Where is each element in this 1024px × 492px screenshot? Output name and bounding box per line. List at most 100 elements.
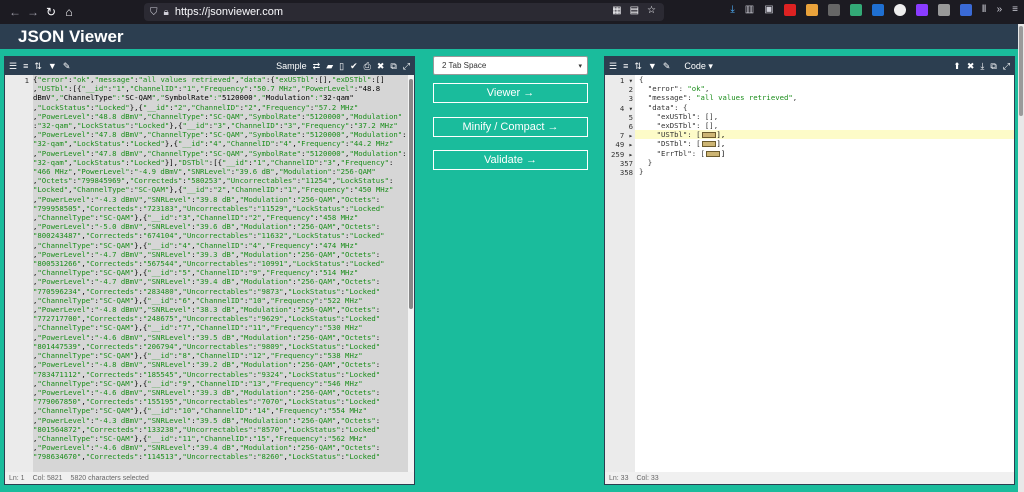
input-scrollbar[interactable] xyxy=(408,75,414,472)
extensions-bar: ⤓ ▥ ▣ Ⅱ » ≡ xyxy=(730,4,1018,16)
ext-red-icon[interactable] xyxy=(783,4,796,16)
back-icon[interactable]: ← xyxy=(6,5,24,19)
raw-line: ,"LockStatus":"Locked"},{"__id":"2","Cha… xyxy=(33,102,359,112)
status-selection: 5820 characters selected xyxy=(70,474,149,482)
raw-line: ,"PowerLevel":"-4.6 dBmV","SNRLevel":"39… xyxy=(33,443,381,453)
indent-select-value: 2 Tab Space xyxy=(442,61,487,70)
mode-dropdown[interactable]: Code ▾ xyxy=(684,61,713,72)
collapsed-node-icon[interactable] xyxy=(701,141,716,148)
line-number[interactable]: 7 ▸ xyxy=(605,131,633,140)
raw-line: ,"PowerLevel":"-4.6 dBmV","SNRLevel":"39… xyxy=(33,332,381,342)
output-text[interactable]: { "error": "ok", "message": "all values … xyxy=(639,75,1014,472)
qr-icon[interactable]: ▦ xyxy=(612,5,621,16)
sort-icon[interactable]: ⇅ xyxy=(634,61,642,72)
raw-line: "32-qam","LockStatus":"Locked"}],"DSTbl"… xyxy=(33,157,394,167)
line-number[interactable]: 259 ▸ xyxy=(605,150,633,159)
sort-icon[interactable]: ⇅ xyxy=(34,61,42,72)
reader-icon[interactable]: ▤ xyxy=(630,5,639,16)
library-icon[interactable]: ▥ xyxy=(745,4,754,16)
filter-icon[interactable]: ▼ xyxy=(48,61,57,71)
clear-icon[interactable]: ✖ xyxy=(967,61,975,72)
indent-select[interactable]: 2 Tab Space ▾ xyxy=(433,56,588,75)
raw-line: ,"ChannelType":"SC-QAM"},{"__id":"4","Ch… xyxy=(33,240,359,250)
sample-button[interactable]: Sample xyxy=(276,61,307,71)
home-icon[interactable]: ⌂ xyxy=(60,5,78,19)
screenshot-icon[interactable]: ▣ xyxy=(764,4,773,16)
raw-line: ,"PowerLevel":"-4.3 dBmV","SNRLevel":"39… xyxy=(33,415,381,425)
output-toolbar: ☰ ≡ ⇅ ▼ ✎ Code ▾ ⬆ ✖ ⤓ ⧉ ⤢ xyxy=(605,57,1014,75)
repair-icon[interactable]: ✎ xyxy=(663,61,671,72)
raw-line: ,"ChannelType":"SC-QAM"},{"__id":"11","C… xyxy=(33,433,368,443)
print-icon[interactable]: ⎙ xyxy=(364,61,371,72)
repair-icon[interactable]: ✎ xyxy=(63,61,71,72)
raw-line: ,"PowerLevel":"-4.8 dBmV","SNRLevel":"38… xyxy=(33,305,381,315)
raw-line: ,"PowerLevel":"47.8 dBmV","ChannelType":… xyxy=(33,148,407,158)
ext-shield-icon[interactable] xyxy=(959,4,972,16)
address-bar[interactable]: ⛉ 🔒︎ https://jsonviewer.com ▦ ▤ ☆ xyxy=(144,3,664,21)
input-text[interactable]: {"error":"ok","message":"all values retr… xyxy=(33,75,414,472)
filter-icon[interactable]: ▼ xyxy=(648,61,657,71)
viewer-button[interactable]: Viewer → xyxy=(433,83,588,103)
raw-line: ,"PowerLevel":"-4.8 dBmV","SNRLevel":"39… xyxy=(33,360,381,370)
line-number[interactable]: 49 ▸ xyxy=(605,140,633,149)
raw-line: ,"ChannelType":"SC-QAM"},{"__id":"10","C… xyxy=(33,406,368,416)
ext-gray-icon[interactable] xyxy=(937,4,950,16)
collapsed-node-icon[interactable] xyxy=(701,132,716,139)
ext-multicolor-icon[interactable] xyxy=(849,4,862,16)
tree-line: "message": "all values retrieved", xyxy=(647,93,798,103)
page-scrollbar[interactable] xyxy=(1018,24,1024,492)
ext-blue-d-icon[interactable] xyxy=(871,4,884,16)
fullscreen-icon[interactable]: ⤢ xyxy=(403,61,410,72)
save-icon[interactable]: ▯ xyxy=(339,61,344,72)
copy-icon[interactable]: ⧉ xyxy=(390,61,396,72)
raw-line: ,"ChannelType":"SC-QAM"},{"__id":"7","Ch… xyxy=(33,323,363,333)
fullscreen-icon[interactable]: ⤢ xyxy=(1003,61,1010,72)
ext-circle-icon[interactable] xyxy=(893,4,906,16)
raw-line: ,"PowerLevel":"-4.3 dBmV","SNRLevel":"39… xyxy=(33,194,381,204)
input-editor[interactable]: 1 {"error":"ok","message":"all values re… xyxy=(5,75,414,472)
format-icon[interactable]: ☰ xyxy=(609,61,617,72)
open-folder-icon[interactable]: ▰ xyxy=(326,61,333,72)
status-col: Col: 5821 xyxy=(32,474,63,482)
copy-icon[interactable]: ⧉ xyxy=(990,61,996,72)
shuffle-icon[interactable]: ⇄ xyxy=(313,61,321,72)
download-icon[interactable]: ⤓ xyxy=(980,61,984,72)
tree-line: "error": "ok", xyxy=(647,84,710,94)
upload-icon[interactable]: ⬆ xyxy=(953,61,961,72)
ext-grid-icon[interactable] xyxy=(827,4,840,16)
raw-line: ,"PowerLevel":"-5.0 dBmV","SNRLevel":"39… xyxy=(33,222,381,232)
validate-button[interactable]: Validate → xyxy=(433,150,588,170)
bookmark-star-icon[interactable]: ☆ xyxy=(647,5,656,16)
raw-line: ,"ChannelType":"SC-QAM"},{"__id":"5","Ch… xyxy=(33,268,359,278)
tree-line: "data": { xyxy=(647,102,688,112)
line-number: 1 xyxy=(24,76,29,85)
collapsed-node-icon[interactable] xyxy=(705,150,720,157)
overflow-icon[interactable]: » xyxy=(997,4,1003,16)
raw-line: ,"ChannelType":"SC-QAM"},{"__id":"6","Ch… xyxy=(33,295,363,305)
format-icon[interactable]: ☰ xyxy=(9,61,17,72)
tree-line: } xyxy=(639,167,644,177)
download-icon[interactable]: ⤓ xyxy=(730,4,734,16)
compact-icon[interactable]: ≡ xyxy=(23,61,28,71)
raw-line: "801447539","Correcteds":"206794","Uncor… xyxy=(33,341,381,351)
browser-toolbar: ← → ↻ ⌂ ⛉ 🔒︎ https://jsonviewer.com ▦ ▤ … xyxy=(0,0,1024,24)
compact-icon[interactable]: ≡ xyxy=(623,61,628,71)
line-number: 2 xyxy=(628,85,633,95)
app-header: JSON Viewer xyxy=(0,24,1018,49)
ext-orange-icon[interactable] xyxy=(805,4,818,16)
raw-line: ,"ChannelType":"SC-QAM"},{"__id":"8","Ch… xyxy=(33,351,363,361)
clear-icon[interactable]: ✖ xyxy=(377,61,385,72)
minify-button[interactable]: Minify / Compact → xyxy=(433,117,588,137)
line-number[interactable]: 1 ▾ xyxy=(605,76,633,85)
reload-icon[interactable]: ↻ xyxy=(42,5,60,19)
check-icon[interactable]: ✔ xyxy=(350,61,358,72)
tree-line: "ErrTbl": [] xyxy=(656,148,726,158)
line-number[interactable]: 4 ▾ xyxy=(605,104,633,113)
ext-text-icon[interactable]: Ⅱ xyxy=(982,4,987,16)
tree-line: "exUSTbl": [], xyxy=(656,111,719,121)
raw-line: "770596234","Correcteds":"283480","Uncor… xyxy=(33,286,381,296)
output-editor[interactable]: 1 ▾ 2 3 4 ▾ 5 6 7 ▸ 49 ▸ 259 ▸ 357 358 { "err… xyxy=(605,75,1014,472)
ext-purple-icon[interactable] xyxy=(915,4,928,16)
menu-icon[interactable]: ≡ xyxy=(1012,4,1018,16)
forward-icon[interactable]: → xyxy=(24,5,42,19)
